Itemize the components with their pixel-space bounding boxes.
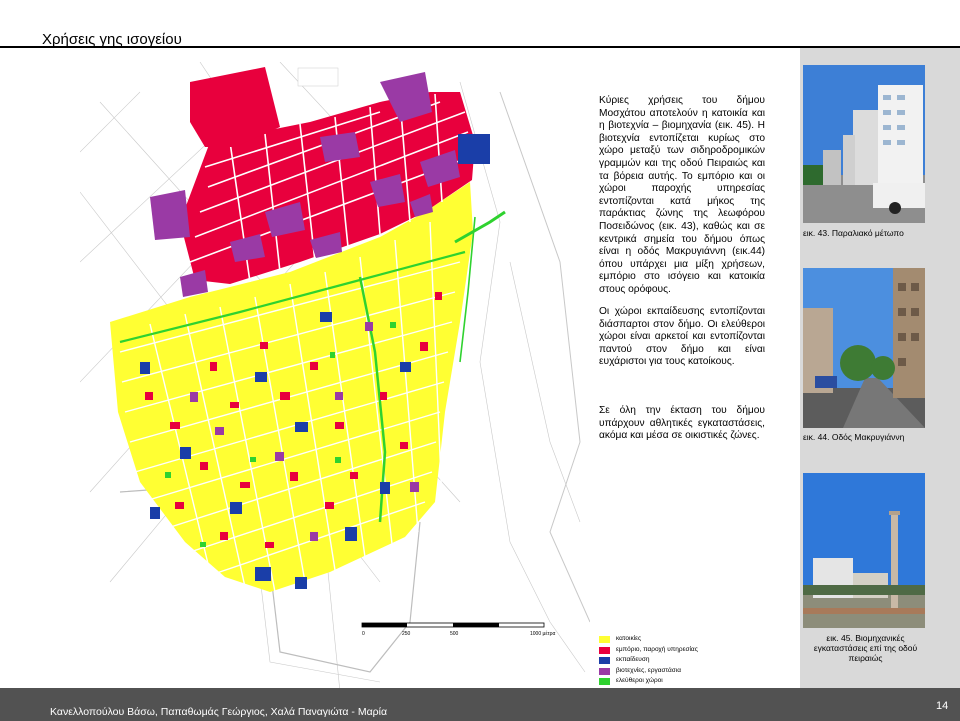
- caption-fig-44: εικ. 44. Οδός Μακρυγιάννη: [803, 432, 905, 442]
- legend-swatch: [599, 667, 610, 675]
- legend-label: κατοικίες: [616, 635, 642, 642]
- scale-label-500: 500: [450, 631, 459, 637]
- scale-label-0: 0: [362, 631, 365, 637]
- land-use-map: 0 250 500 1000 μέτρα: [80, 62, 590, 692]
- legend-label: εκπαίδευση: [616, 656, 650, 663]
- scale-label-250: 250: [402, 631, 411, 637]
- photo-industrial-site: [803, 473, 925, 628]
- description-paragraph-2: Οι χώροι εκπαίδευσης εντοπίζονται διάσπα…: [599, 306, 765, 368]
- legend-swatch: [599, 646, 610, 654]
- authors: Κανελλοπούλου Βάσω, Παπαθωμάς Γεώργιος, …: [50, 706, 388, 718]
- caption-fig-43: εικ. 43. Παραλιακό μέτωπο: [803, 228, 904, 238]
- photo-makrygianni-street: [803, 268, 925, 428]
- legend-swatch: [599, 657, 610, 664]
- description-paragraph-1: Κύριες χρήσεις του δήμου Μοσχάτου αποτελ…: [599, 95, 765, 295]
- scale-bar: 0 250 500 1000 μέτρα: [361, 622, 555, 637]
- legend-swatch: [599, 636, 610, 643]
- photo-coastal-front: [803, 65, 925, 223]
- map-graphic: 0 250 500 1000 μέτρα: [80, 62, 590, 692]
- page-number: 14: [936, 700, 949, 712]
- legend-label: εμπόριο, παροχή υπηρεσίας: [616, 645, 698, 653]
- legend-swatch: [599, 678, 610, 685]
- education-block-top: [458, 134, 490, 164]
- legend-label: ελεύθεροι χώροι: [616, 677, 663, 684]
- caption-fig-45: εικ. 45. Βιομηχανικές εγκαταστάσεις επί …: [813, 633, 918, 663]
- legend-label: βιοτεχνίες, εργαστάσια: [616, 666, 681, 674]
- scale-label-1000: 1000 μέτρα: [530, 630, 555, 637]
- description-paragraph-3: Σε όλη την έκταση του δήμου υπάρχουν αθλ…: [599, 405, 765, 442]
